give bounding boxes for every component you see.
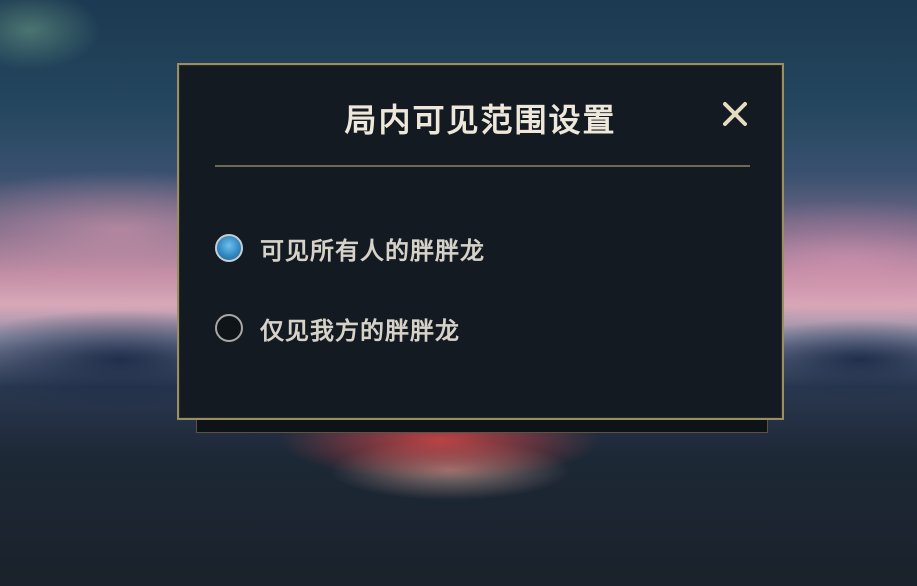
visibility-settings-dialog: 局内可见范围设置 可见所有人的胖胖龙 仅见我方的胖胖龙 — [177, 63, 784, 420]
option-see-own-team-label: 仅见我方的胖胖龙 — [260, 316, 460, 345]
radio-see-all[interactable] — [215, 234, 243, 262]
option-see-all-label: 可见所有人的胖胖龙 — [260, 236, 485, 265]
radio-see-own-team[interactable] — [215, 314, 243, 342]
dialog-title: 局内可见范围设置 — [344, 101, 617, 139]
close-x-icon — [723, 102, 747, 126]
option-see-all[interactable]: 可见所有人的胖胖龙 — [215, 230, 485, 266]
title-divider — [215, 165, 750, 167]
option-see-own-team[interactable]: 仅见我方的胖胖龙 — [215, 310, 460, 346]
dialog-base-shadow — [196, 420, 768, 433]
close-icon[interactable] — [720, 99, 750, 129]
